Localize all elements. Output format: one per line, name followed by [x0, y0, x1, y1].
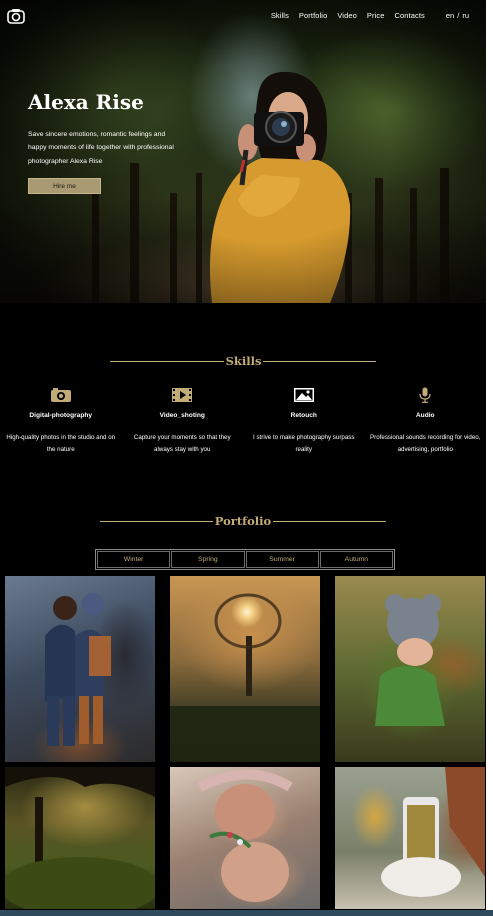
skill-description: I strive to make photography surpass rea… — [253, 434, 355, 454]
page-edge — [486, 0, 493, 910]
season-filter-tabs: Winter Spring Summer Autumn — [95, 549, 395, 570]
divider — [273, 520, 387, 522]
video-icon — [172, 388, 193, 402]
nav-portfolio[interactable]: Portfolio — [299, 11, 327, 20]
skill-item: Video_shoting Capture your moments so th… — [122, 387, 244, 467]
baby-illustration — [375, 594, 445, 726]
skill-title: Digital-photography — [29, 412, 93, 419]
microphone-icon — [419, 387, 431, 403]
camera-logo-icon[interactable] — [7, 8, 25, 24]
skill-description: High-quality photos in the studio and on… — [6, 434, 116, 454]
divider — [109, 360, 224, 362]
bottom-strip — [0, 910, 493, 916]
skill-description: Professional sounds recording for video,… — [370, 434, 481, 454]
main-nav: Skills Portfolio Video Price Contacts en… — [261, 11, 469, 20]
skill-title: Retouch — [290, 412, 317, 419]
tree-illustration — [170, 593, 320, 762]
portfolio-photo-phone[interactable] — [335, 767, 485, 909]
skill-item: Digital-photography High-quality photos … — [0, 387, 122, 467]
forest-illustration — [5, 767, 155, 909]
hero-title: Alexa Rise — [28, 90, 144, 114]
divider — [99, 520, 213, 522]
family-illustration — [197, 769, 293, 902]
portfolio-photo-sunset-tree[interactable] — [170, 576, 320, 762]
divider — [263, 360, 377, 362]
nav-video[interactable]: Video — [337, 11, 357, 20]
lang-ru[interactable]: ru — [462, 11, 469, 20]
portfolio-photo-baby[interactable] — [335, 576, 485, 762]
portfolio-heading: Portfolio — [0, 514, 486, 528]
camera-icon — [50, 388, 71, 402]
lang-separator: / — [457, 11, 460, 20]
tab-spring[interactable]: Spring — [171, 551, 245, 568]
portfolio-photo-family[interactable] — [170, 767, 320, 909]
lang-en[interactable]: en — [446, 11, 454, 20]
portfolio-title: Portfolio — [214, 514, 272, 528]
hire-me-button[interactable]: Hire me — [28, 178, 101, 194]
phone-illustration — [381, 767, 485, 897]
couple-illustration — [45, 593, 111, 746]
skill-description: Capture your moments so that they always… — [133, 434, 231, 454]
hero-description: Save sincere emotions, romantic feelings… — [28, 131, 174, 165]
tab-summer[interactable]: Summer — [245, 551, 319, 568]
skill-item: Retouch I strive to make photography sur… — [243, 387, 365, 467]
skills-list: Digital-photography High-quality photos … — [0, 387, 486, 467]
image-icon — [293, 388, 314, 402]
portfolio-photo-couple[interactable] — [5, 576, 155, 762]
nav-price[interactable]: Price — [367, 11, 385, 20]
skill-title: Video_shoting — [159, 412, 205, 419]
skill-title: Audio — [415, 412, 435, 419]
nav-skills[interactable]: Skills — [271, 11, 289, 20]
nav-contacts[interactable]: Contacts — [394, 11, 424, 20]
skill-item: Audio Professional sounds recording for … — [365, 387, 487, 467]
skills-heading: Skills — [0, 354, 486, 368]
language-switcher: en / ru — [443, 11, 469, 20]
skills-title: Skills — [225, 354, 262, 368]
tab-winter[interactable]: Winter — [97, 551, 171, 568]
tab-autumn[interactable]: Autumn — [319, 551, 393, 568]
portfolio-photo-forest[interactable] — [5, 767, 155, 909]
